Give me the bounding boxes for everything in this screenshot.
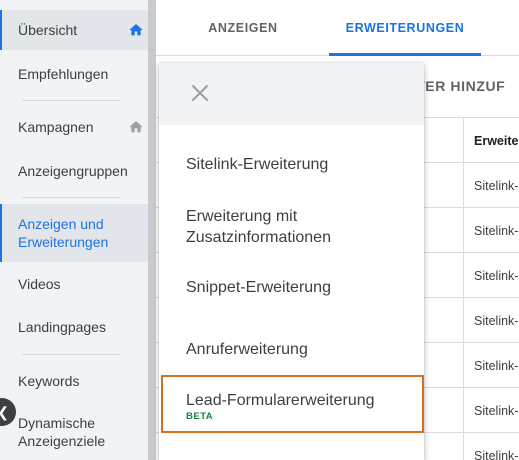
sidebar-scrollbar[interactable] xyxy=(148,0,156,460)
tab-erweiterungen[interactable]: ERWEITERUNGEN xyxy=(329,0,481,56)
menu-item-snippet-erweiterung[interactable]: Snippet-Erweiterung xyxy=(186,277,416,298)
table-cell: Sitelink- xyxy=(463,208,519,253)
sidebar-nav: Übersicht Empfehlungen Kampagnen Anzeige… xyxy=(0,0,148,460)
sidebar-item-label: Dynamische Anzeigenziele xyxy=(18,415,106,449)
menu-item-label: Snippet-Erweiterung xyxy=(186,279,331,296)
beta-badge: BETA xyxy=(186,411,214,422)
sidebar-item-label: Keywords xyxy=(18,373,80,389)
menu-item-label: Lead-Formularerweiterung xyxy=(186,392,375,409)
column-header[interactable]: Erweite xyxy=(463,118,519,163)
sidebar-item-videos[interactable]: Videos xyxy=(0,273,148,295)
sidebar-divider xyxy=(22,100,120,101)
menu-item-sitelink-erweiterung[interactable]: Sitelink-Erweiterung xyxy=(186,154,416,175)
sidebar-item-anzeigen-und-erweiterungen[interactable]: Anzeigen und Erweiterungen xyxy=(0,204,148,262)
sidebar-item-label: Kampagnen xyxy=(18,119,94,135)
table-cell: Sitelink- xyxy=(463,253,519,298)
sidebar-item-label: Empfehlungen xyxy=(18,66,109,82)
sidebar-item-label: Videos xyxy=(18,276,61,292)
sidebar-item-label: Übersicht xyxy=(18,22,78,38)
tab-bar: ANZEIGEN ERWEITERUNGEN xyxy=(156,0,519,56)
active-tab-indicator xyxy=(329,53,481,56)
menu-item-label: Anruferweiterung xyxy=(186,341,308,358)
menu-item-anruferweiterung[interactable]: Anruferweiterung xyxy=(186,339,416,360)
sidebar-item-label: Landingpages xyxy=(18,319,106,335)
chevron-left-icon: ❮ xyxy=(0,404,9,421)
menu-item-zusatzinformationen[interactable]: Erweiterung mit Zusatzinformationen xyxy=(186,206,361,248)
sidebar-item-landingpages[interactable]: Landingpages xyxy=(0,316,148,338)
home-icon xyxy=(129,24,143,36)
menu-item-lead-formularerweiterung[interactable]: Lead-Formularerweiterung BETA xyxy=(161,375,424,433)
menu-item-label: Erweiterung mit Zusatzinformationen xyxy=(186,208,331,246)
table-cell: Sitelink- xyxy=(463,298,519,343)
sidebar-divider xyxy=(22,354,120,355)
table-cell: Sitelink- xyxy=(463,163,519,208)
sidebar-item-anzeigengruppen[interactable]: Anzeigengruppen xyxy=(0,160,148,182)
menu-item-label: Sitelink-Erweiterung xyxy=(186,156,329,173)
sidebar-item-kampagnen[interactable]: Kampagnen xyxy=(0,116,148,138)
table-cell: Sitelink- xyxy=(463,433,519,460)
extension-type-menu: Sitelink-Erweiterung Erweiterung mit Zus… xyxy=(159,63,424,460)
sidebar-divider xyxy=(22,197,120,198)
sidebar-item-empfehlungen[interactable]: Empfehlungen xyxy=(0,63,148,85)
sidebar-item-label: Anzeigengruppen xyxy=(18,163,128,179)
close-icon[interactable] xyxy=(191,84,209,102)
sidebar-item-label: Anzeigen und Erweiterungen xyxy=(18,216,109,250)
sidebar-item-keywords[interactable]: Keywords xyxy=(0,370,148,392)
sidebar-item-dynamische-anzeigenziele[interactable]: Dynamische Anzeigenziele xyxy=(0,412,148,452)
tab-anzeigen[interactable]: ANZEIGEN xyxy=(178,0,308,56)
tab-label: ANZEIGEN xyxy=(208,21,278,35)
home-icon xyxy=(129,121,143,133)
tab-label: ERWEITERUNGEN xyxy=(345,21,465,35)
table-cell: Sitelink- xyxy=(463,388,519,433)
sidebar-item-uebersicht[interactable]: Übersicht xyxy=(0,10,148,50)
table-cell: Sitelink- xyxy=(463,343,519,388)
menu-header xyxy=(159,63,424,125)
